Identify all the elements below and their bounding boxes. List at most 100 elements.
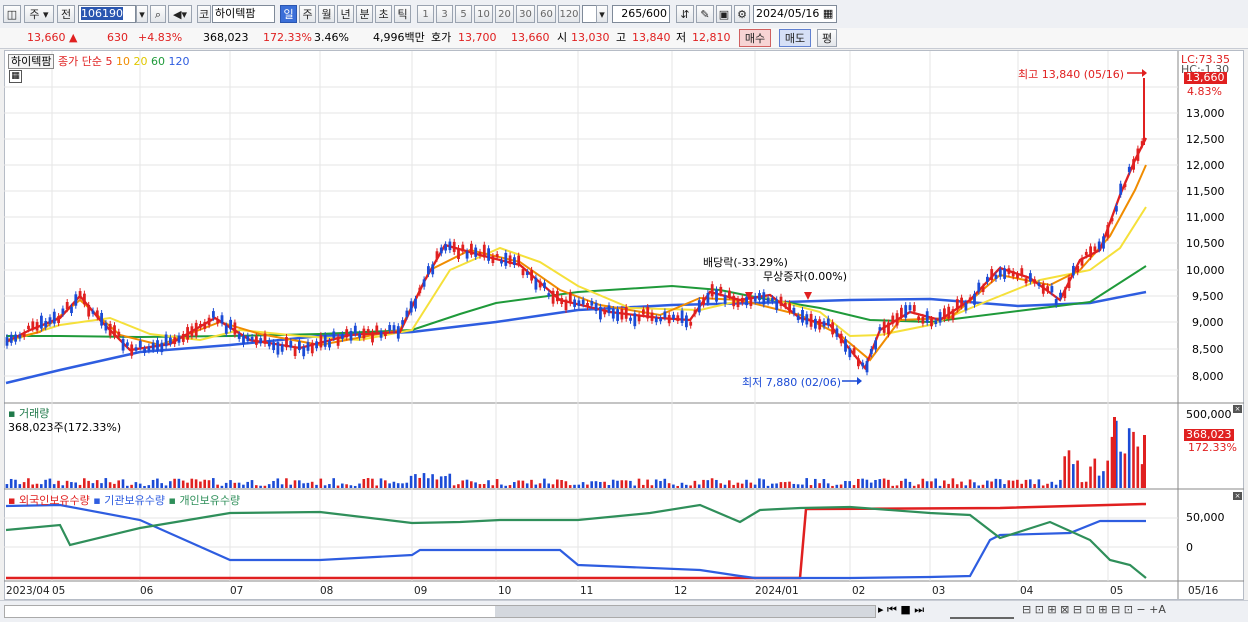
volume-bar [48,478,52,488]
ma20-legend[interactable]: 20 [133,55,147,68]
volume-bar [1127,428,1131,488]
candle-body [831,322,834,335]
volume-bar [702,479,705,488]
volume-sub: 368,023주(172.33%) [8,421,122,434]
volume-bar [229,480,232,488]
candle-body [538,281,542,288]
candle-body [620,308,624,320]
volume-bar [930,481,933,488]
volume-bar [1143,435,1146,488]
candle-body [478,251,482,256]
volume-bar [831,485,834,488]
candle-body [577,300,581,306]
close-icon[interactable]: × [1233,492,1242,500]
scroll-bar[interactable]: ▸ ⏮ ■ ⏭ ⊟ ⊡ ⊞ ⊠ ⊟ ⊡ ⊞ ⊟ ⊡ − +A [0,600,1248,622]
volume-bar [405,482,409,488]
volume-bar [220,485,224,488]
volume-bar [895,485,899,488]
volume-bar [448,473,452,488]
candle-body [199,323,202,328]
candle-body [594,302,598,311]
institution-holding-line [5,503,1146,580]
ma10-legend[interactable]: 10 [116,55,130,68]
foreign-legend[interactable]: ▪ 외국인보유수량 [8,494,90,507]
x-label: 04 [1020,585,1034,597]
candle-body [564,299,568,311]
volume-bar [396,483,400,488]
volume-bar [323,485,327,488]
candle-body [908,305,912,311]
y-tick: 8,000 [1192,370,1224,383]
candle-body [1007,268,1011,274]
candle-body [637,315,641,322]
volume-bar [844,480,847,488]
table-icon[interactable]: ▦ [9,70,22,83]
ma60-legend[interactable]: 60 [151,55,165,68]
candle-body [650,312,654,321]
volume-bar [1041,485,1045,488]
volume-bar [216,484,219,488]
volume-bar [173,478,176,488]
candle-body [1067,277,1071,289]
candle-body [719,286,723,294]
candle-body [822,321,826,327]
x-label: 2023/04 [6,585,50,597]
candle-body [887,322,890,335]
volume-bar [427,478,430,488]
volume-bar [762,479,765,488]
candle-body [169,337,172,344]
stock-chart-svg[interactable] [0,0,1248,600]
close-icon[interactable]: × [1233,405,1242,413]
candle-body [534,277,538,290]
candle-body [375,325,379,332]
tool-icons[interactable]: ⊟ ⊡ ⊞ ⊠ ⊟ ⊡ ⊞ ⊟ ⊡ − +A [1022,603,1166,616]
scroll-track[interactable] [4,605,876,618]
scroll-thumb[interactable] [495,606,875,617]
candle-body [224,325,228,334]
candle-body [736,299,740,308]
candle-body [156,340,159,351]
candle-body [801,309,804,323]
candle-body [603,309,607,315]
candle-body [1084,251,1088,256]
candle-body [190,326,194,337]
volume-bar [715,479,718,488]
candle-body [925,311,929,323]
candle-body [1029,273,1032,282]
candle-body [181,333,185,342]
y-tick: 9,000 [1192,316,1224,329]
candle-body [839,333,843,344]
candle-body [439,247,443,254]
ma5-legend[interactable]: 5 [105,55,112,68]
zoom-slider[interactable] [950,603,1014,619]
candle-body [857,358,860,367]
volume-bar [788,481,791,488]
candle-body [891,315,895,324]
ma10-line [5,164,1147,362]
ma120-legend[interactable]: 120 [168,55,189,68]
institution-legend[interactable]: ▪ 기관보유수량 [93,494,165,507]
candle-body [392,325,396,331]
candle-body [267,340,271,347]
candle-body [998,269,1002,277]
volume-bar [792,483,796,488]
candle-body [758,293,761,301]
candle-body [947,306,951,319]
volume-bar [439,476,443,488]
volume-bar [366,478,370,488]
candle-body [315,341,318,349]
volume-bar [302,483,305,488]
candle-body [762,292,766,305]
volume-bar [689,485,692,488]
volume-bar [663,478,667,488]
candle-body [676,315,680,322]
candle-body [633,313,637,327]
candle-body [134,347,138,351]
volume-bar [31,484,34,488]
volume-bar [414,474,417,488]
individual-legend[interactable]: ▪ 개인보유수량 [168,494,240,507]
candle-body [766,297,770,303]
stock-legend-item[interactable]: 하이텍팜 [8,54,55,69]
nav-controls[interactable]: ▸ ⏮ ■ ⏭ [878,603,924,617]
candle-body [960,297,963,307]
